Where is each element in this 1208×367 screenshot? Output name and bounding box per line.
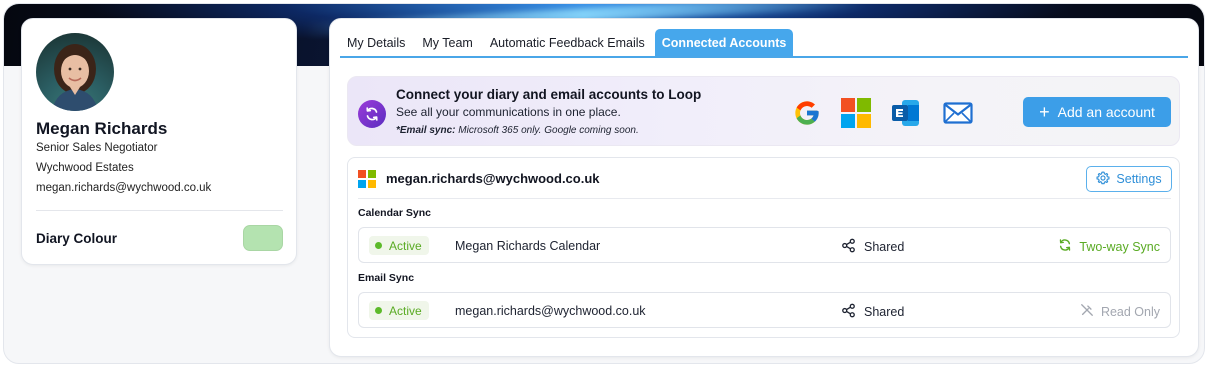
add-account-label: Add an account: [1057, 104, 1155, 120]
add-account-button[interactable]: + Add an account: [1023, 97, 1171, 127]
calendar-name: Megan Richards Calendar: [455, 239, 601, 253]
banner-note: *Email sync: Microsoft 365 only. Google …: [396, 125, 639, 136]
sync-mode-label: Two-way Sync: [1079, 239, 1160, 254]
shared-label: Shared: [864, 305, 905, 319]
calendar-sync-row[interactable]: Active Megan Richards Calendar Shared Tw…: [358, 227, 1171, 263]
settings-button[interactable]: Settings: [1086, 166, 1172, 192]
status-badge: Active: [369, 236, 429, 255]
plus-icon: +: [1039, 102, 1050, 122]
two-way-sync-icon: [1058, 238, 1072, 255]
status-dot: [375, 307, 382, 314]
shared-indicator: Shared: [841, 238, 904, 256]
banner-note-text: Microsoft 365 only. Google coming soon.: [455, 125, 639, 136]
banner-title: Connect your diary and email accounts to…: [396, 87, 702, 102]
sync-mode: Read Only: [1080, 303, 1160, 320]
microsoft-icon: [358, 170, 376, 188]
gear-icon: [1096, 170, 1110, 188]
calendar-sync-label: Calendar Sync: [358, 207, 431, 219]
diary-colour-swatch[interactable]: [243, 225, 283, 251]
shared-indicator: Shared: [841, 303, 904, 321]
profile-name: Megan Richards: [36, 119, 168, 138]
divider: [358, 198, 1171, 199]
read-only-icon: [1080, 303, 1094, 320]
tab-bar: My Details My Team Automatic Feedback Em…: [340, 29, 1188, 58]
profile-email: megan.richards@wychwood.co.uk: [36, 182, 212, 194]
avatar: [36, 33, 114, 111]
account-email: megan.richards@wychwood.co.uk: [386, 171, 600, 186]
status-label: Active: [389, 238, 422, 253]
tab-automatic-feedback-emails[interactable]: Automatic Feedback Emails: [483, 29, 652, 56]
account-card: megan.richards@wychwood.co.uk Settings C…: [347, 157, 1180, 338]
status-label: Active: [389, 303, 422, 318]
profile-company: Wychwood Estates: [36, 162, 134, 174]
tab-my-team[interactable]: My Team: [415, 29, 479, 56]
diary-colour-label: Diary Colour: [36, 231, 118, 246]
share-icon: [841, 238, 856, 256]
exchange-icon[interactable]: [890, 97, 922, 129]
tab-my-details[interactable]: My Details: [340, 29, 412, 56]
banner-subtitle: See all your communications in one place…: [396, 105, 621, 119]
sync-mode-label: Read Only: [1100, 304, 1160, 319]
sync-icon: [358, 100, 386, 128]
connect-banner: Connect your diary and email accounts to…: [347, 76, 1180, 146]
email-sync-row[interactable]: Active megan.richards@wychwood.co.uk Sha…: [358, 292, 1171, 328]
status-dot: [375, 242, 382, 249]
email-account-name: megan.richards@wychwood.co.uk: [455, 304, 646, 318]
app-frame: Megan Richards Senior Sales Negotiator W…: [3, 3, 1205, 364]
sync-mode: Two-way Sync: [1058, 238, 1160, 255]
status-badge: Active: [369, 301, 429, 320]
share-icon: [841, 303, 856, 321]
settings-label: Settings: [1116, 172, 1162, 186]
profile-role: Senior Sales Negotiator: [36, 142, 158, 154]
shared-label: Shared: [864, 240, 905, 254]
main-panel: My Details My Team Automatic Feedback Em…: [329, 18, 1199, 357]
divider: [36, 210, 283, 211]
tab-connected-accounts[interactable]: Connected Accounts: [654, 29, 794, 56]
microsoft-icon[interactable]: [840, 97, 872, 129]
profile-card: Megan Richards Senior Sales Negotiator W…: [21, 18, 297, 265]
banner-note-label: *Email sync:: [396, 125, 456, 136]
google-icon[interactable]: [791, 97, 823, 129]
mail-icon[interactable]: [942, 97, 974, 129]
email-sync-label: Email Sync: [358, 272, 415, 284]
